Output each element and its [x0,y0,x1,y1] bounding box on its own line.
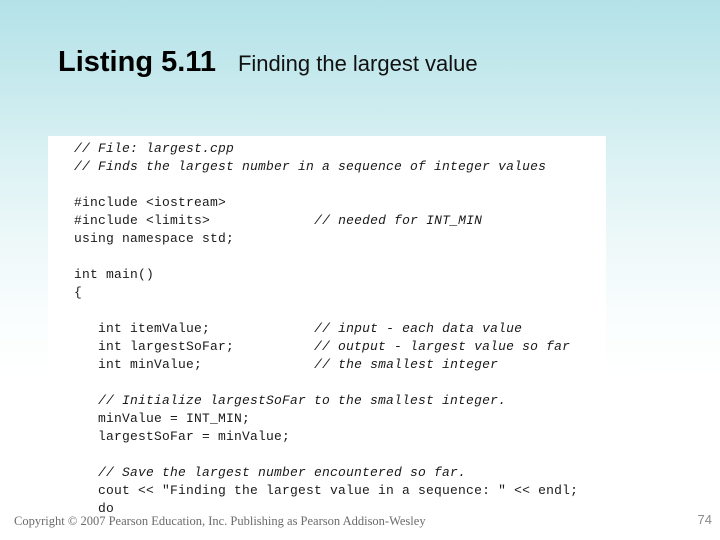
code-comment: // needed for INT_MIN [314,213,483,228]
code-line: int itemValue; // input - each data valu… [74,320,578,338]
slide-canvas: Listing 5.11 Finding the largest value /… [0,0,720,540]
code-comment: // Save the largest number encountered s… [74,465,467,480]
code-listing-panel: // File: largest.cpp // Finds the largest… [48,136,606,518]
code-line: // File: largest.cpp [74,140,578,158]
code-line: cout << "Finding the largest value in a … [74,482,578,500]
code-line: #include <limits> // needed for INT_MIN [74,212,578,230]
code-line: minValue = INT_MIN; [74,410,578,428]
code-line: int largestSoFar; // output - largest va… [74,338,578,356]
code-statement: #include <iostream> [74,195,227,210]
code-line: #include <iostream> [74,194,578,212]
code-line: using namespace std; [74,230,578,248]
code-statement: int main() [74,267,155,282]
code-comment: // Finds the largest number in a sequenc… [74,159,547,174]
code-line: // Finds the largest number in a sequenc… [74,158,578,176]
code-statement: int itemValue; [74,321,211,336]
code-line: // Save the largest number encountered s… [74,464,578,482]
code-line: int main() [74,266,578,284]
code-gap [210,213,314,228]
code-line: // Initialize largestSoFar to the smalle… [74,392,578,410]
copyright-notice: Copyright © 2007 Pearson Education, Inc.… [14,514,426,528]
code-comment: // the smallest integer [314,357,499,372]
code-comment: // input - each data value [314,321,523,336]
code-statement: { [74,285,83,300]
code-statement: largestSoFar = minValue; [74,429,291,444]
code-comment: // output - largest value so far [314,339,571,354]
code-statement: minValue = INT_MIN; [74,411,251,426]
code-statement: cout << "Finding the largest value in a … [74,483,579,498]
code-line: largestSoFar = minValue; [74,428,578,446]
code-statement: #include <limits> [74,213,211,228]
page-title: Listing 5.11 [58,46,216,78]
code-gap [234,339,314,354]
page-number: 74 [697,512,712,527]
slide-title-block: Listing 5.11 Finding the largest value [58,48,478,77]
code-gap [210,321,314,336]
code-statement: using namespace std; [74,231,235,246]
code-comment: // File: largest.cpp [74,141,235,156]
code-comment: // Initialize largestSoFar to the smalle… [74,393,507,408]
code-line: int minValue; // the smallest integer [74,356,578,374]
code-listing-text: // File: largest.cpp // Finds the largest… [74,140,578,518]
code-statement: int largestSoFar; [74,339,235,354]
page-subtitle: Finding the largest value [237,51,478,76]
code-gap [202,357,314,372]
code-statement: int minValue; [74,357,203,372]
code-line: { [74,284,578,302]
